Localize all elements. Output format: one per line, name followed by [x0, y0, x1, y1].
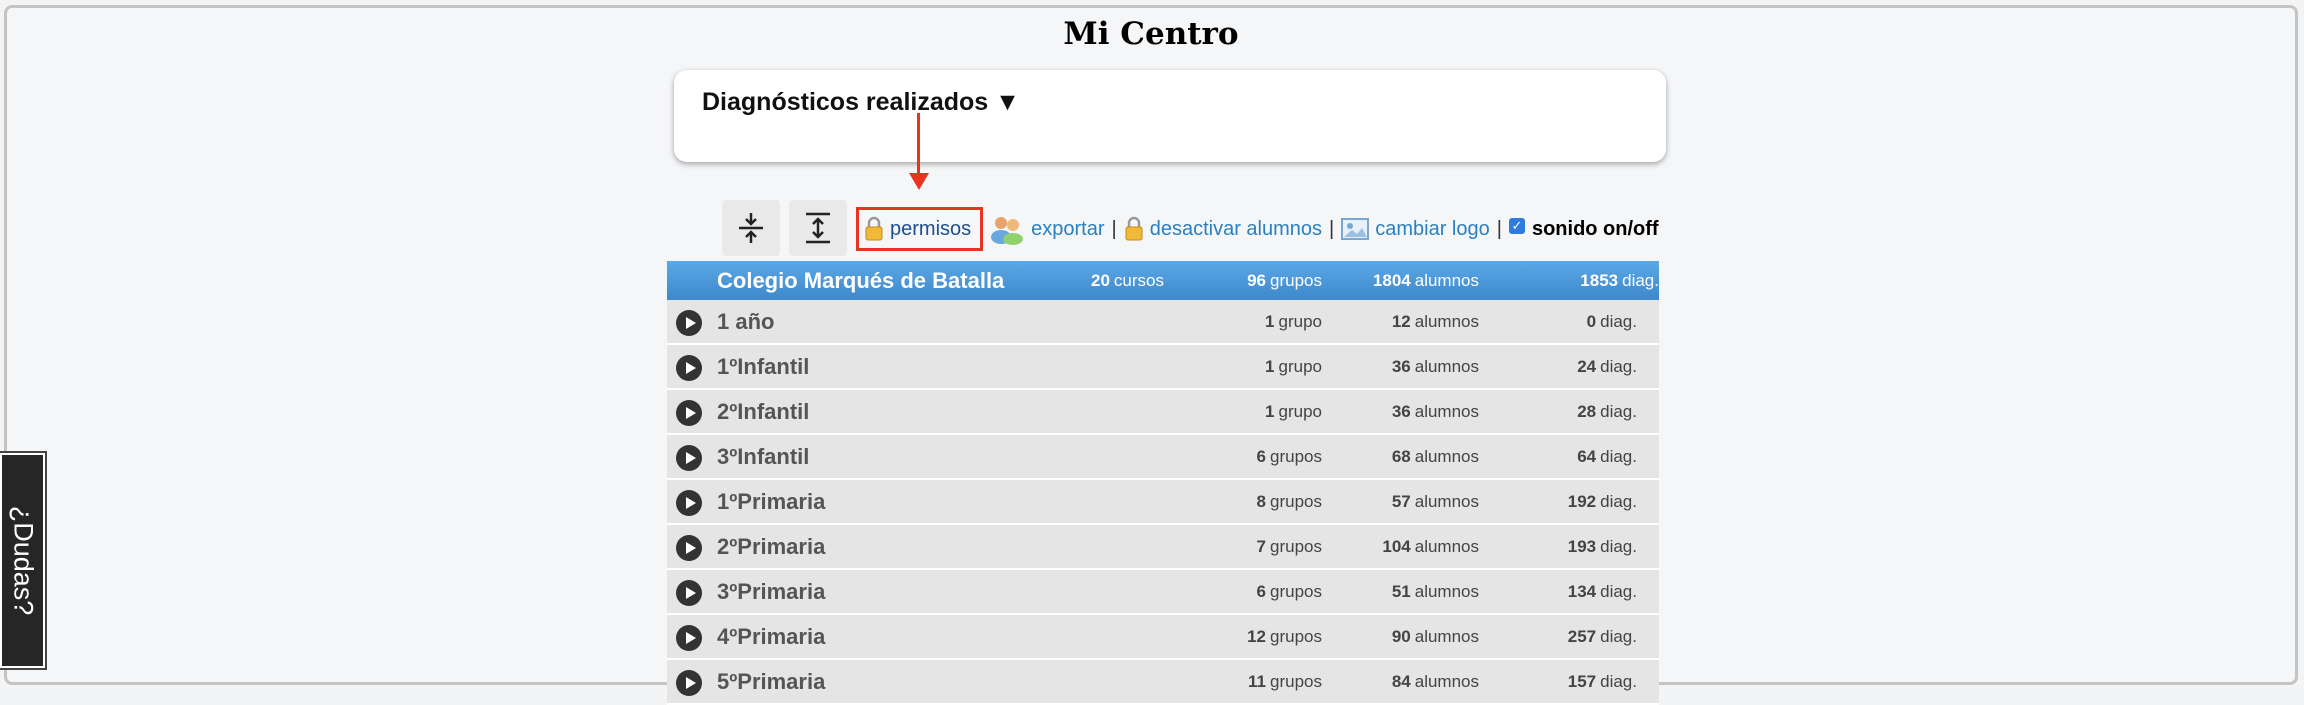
- course-diag: 0 diag.: [1586, 311, 1637, 331]
- expand-all-button[interactable]: [789, 200, 847, 256]
- collapse-icon: [739, 213, 763, 243]
- separator: |: [1496, 217, 1502, 240]
- sound-label: sonido on/off: [1531, 217, 1659, 240]
- play-icon[interactable]: [676, 445, 702, 471]
- expand-icon: [806, 212, 830, 244]
- course-alumnos: 12 alumnos: [1391, 311, 1479, 331]
- play-icon[interactable]: [676, 400, 702, 426]
- desactivar-alumnos-link[interactable]: desactivar alumnos: [1124, 216, 1322, 242]
- cambiar-logo-label: cambiar logo: [1375, 217, 1490, 240]
- page-title: Mi Centro: [1063, 16, 1239, 52]
- course-row[interactable]: 5ºPrimaria 11 grupos 84 alumnos 157 diag.: [667, 660, 1659, 705]
- exportar-label: exportar: [1031, 217, 1105, 240]
- cambiar-logo-link[interactable]: cambiar logo: [1341, 217, 1490, 241]
- course-diag: 257 diag.: [1567, 626, 1637, 646]
- school-cursos: 20 cursos: [1091, 270, 1164, 290]
- course-row[interactable]: 3ºInfantil 6 grupos 68 alumnos 64 diag.: [667, 435, 1659, 480]
- school-grupos: 96 grupos: [1247, 270, 1322, 290]
- separator: |: [1329, 217, 1335, 240]
- course-diag: 134 diag.: [1567, 581, 1637, 601]
- lock-icon: [1125, 216, 1143, 241]
- course-alumnos: 90 alumnos: [1391, 626, 1479, 646]
- course-grupos: 1 grupo: [1265, 356, 1322, 376]
- course-diag: 157 diag.: [1567, 671, 1637, 691]
- course-alumnos: 51 alumnos: [1391, 581, 1479, 601]
- separator: |: [1111, 217, 1117, 240]
- course-grupos: 11 grupos: [1248, 671, 1322, 691]
- course-name: 3ºInfantil: [717, 443, 810, 469]
- course-name: 1 año: [717, 308, 775, 334]
- course-grupos: 8 grupos: [1256, 491, 1322, 511]
- school-header-row[interactable]: Colegio Marqués de Batalla 20 cursos 96 gr…: [667, 261, 1659, 300]
- course-row[interactable]: 4ºPrimaria 12 grupos 90 alumnos 257 diag.: [667, 615, 1659, 660]
- course-name: 2ºPrimaria: [717, 533, 826, 559]
- sound-checkbox[interactable]: ✓: [1508, 218, 1525, 234]
- course-name: 1ºPrimaria: [717, 488, 826, 514]
- course-grupos: 7 grupos: [1256, 536, 1322, 556]
- permisos-link[interactable]: permisos: [856, 207, 984, 251]
- play-icon[interactable]: [676, 490, 702, 516]
- course-diag: 28 diag.: [1577, 401, 1637, 421]
- help-tab[interactable]: ¿Dudas?: [0, 451, 47, 670]
- course-name: 5ºPrimaria: [717, 668, 826, 694]
- annotation-arrow: [917, 113, 920, 175]
- course-row[interactable]: 1ºPrimaria 8 grupos 57 alumnos 192 diag.: [667, 480, 1659, 525]
- course-row[interactable]: 3ºPrimaria 6 grupos 51 alumnos 134 diag.: [667, 570, 1659, 615]
- course-alumnos: 68 alumnos: [1391, 446, 1479, 466]
- diagnostics-dropdown[interactable]: Diagnósticos realizados ▼: [702, 88, 1020, 117]
- course-name: 4ºPrimaria: [717, 623, 826, 649]
- school-diag: 1853 diag.: [1580, 270, 1659, 290]
- play-icon[interactable]: [676, 535, 702, 561]
- desactivar-label: desactivar alumnos: [1149, 217, 1323, 240]
- course-grupos: 12 grupos: [1247, 626, 1322, 646]
- course-name: 1ºInfantil: [717, 353, 810, 379]
- lock-icon: [865, 216, 883, 241]
- school-alumnos: 1804 alumnos: [1372, 270, 1479, 290]
- course-grupos: 1 grupo: [1265, 311, 1322, 331]
- collapse-all-button[interactable]: [722, 200, 780, 256]
- course-grupos: 1 grupo: [1265, 401, 1322, 421]
- course-alumnos: 104 alumnos: [1382, 536, 1479, 556]
- course-diag: 192 diag.: [1567, 491, 1637, 511]
- course-row[interactable]: 1 año 1 grupo 12 alumnos 0 diag.: [667, 300, 1659, 345]
- diagnostics-panel: Diagnósticos realizados ▼: [674, 70, 1666, 162]
- help-tab-label: ¿Dudas?: [8, 505, 38, 616]
- image-icon: [1341, 218, 1370, 240]
- annotation-arrow-head: [909, 173, 929, 190]
- course-row[interactable]: 1ºInfantil 1 grupo 36 alumnos 24 diag.: [667, 345, 1659, 390]
- course-row[interactable]: 2ºPrimaria 7 grupos 104 alumnos 193 diag.: [667, 525, 1659, 570]
- course-row[interactable]: 2ºInfantil 1 grupo 36 alumnos 28 diag.: [667, 390, 1659, 435]
- play-icon[interactable]: [676, 670, 702, 696]
- school-name: Colegio Marqués de Batalla: [717, 267, 1005, 293]
- users-icon: [991, 217, 1024, 245]
- course-alumnos: 57 alumnos: [1391, 491, 1479, 511]
- course-name: 2ºInfantil: [717, 398, 810, 424]
- course-alumnos: 36 alumnos: [1391, 356, 1479, 376]
- permisos-label: permisos: [890, 217, 972, 240]
- exportar-link[interactable]: exportar: [989, 213, 1105, 245]
- toolbar: permisos exportar | desactivar alumnos |…: [856, 204, 1659, 254]
- course-name: 3ºPrimaria: [717, 578, 826, 604]
- play-icon[interactable]: [676, 625, 702, 651]
- course-grupos: 6 grupos: [1256, 446, 1322, 466]
- course-alumnos: 36 alumnos: [1391, 401, 1479, 421]
- course-diag: 64 diag.: [1577, 446, 1637, 466]
- course-diag: 193 diag.: [1567, 536, 1637, 556]
- course-alumnos: 84 alumnos: [1391, 671, 1479, 691]
- courses-table: Colegio Marqués de Batalla 20 cursos 96 gr…: [667, 261, 1659, 705]
- play-icon[interactable]: [676, 355, 702, 381]
- play-icon[interactable]: [676, 310, 702, 336]
- course-grupos: 6 grupos: [1256, 581, 1322, 601]
- play-icon[interactable]: [676, 580, 702, 606]
- course-diag: 24 diag.: [1577, 356, 1637, 376]
